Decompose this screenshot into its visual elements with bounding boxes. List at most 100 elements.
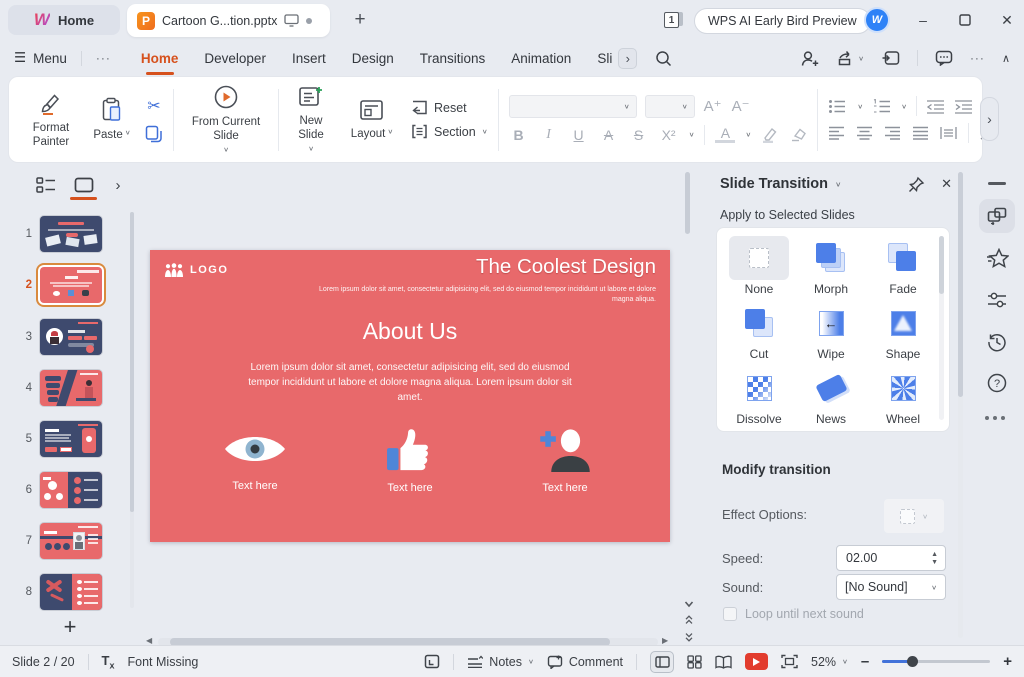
distribute-text-button[interactable]	[940, 126, 957, 140]
slide-canvas[interactable]: LOGO The Coolest Design Lorem ipsum dolo…	[150, 250, 670, 542]
tab-transitions[interactable]: Transitions	[420, 51, 486, 66]
collapse-ribbon-button[interactable]: ∧	[1002, 52, 1010, 65]
reading-view-button[interactable]	[715, 655, 732, 669]
sound-select[interactable]: [No Sound] ∨	[836, 574, 946, 600]
slide-6-row[interactable]: 6	[18, 470, 124, 510]
previous-slide-icon[interactable]	[683, 614, 695, 626]
pin-panel-icon[interactable]	[908, 176, 925, 193]
slide-8-row[interactable]: 8	[18, 572, 124, 612]
slide-3-row[interactable]: 3	[18, 317, 124, 357]
rail-more-button[interactable]	[985, 416, 1005, 420]
comment-bubble-icon[interactable]	[935, 50, 953, 66]
search-button[interactable]	[655, 50, 672, 67]
effect-options-select[interactable]: ∨	[884, 499, 944, 533]
outline-view-toggle[interactable]	[34, 174, 58, 196]
gallery-scrollbar-thumb[interactable]	[939, 236, 944, 294]
editor-vertical-scrollbar[interactable]	[685, 172, 690, 234]
pin-to-tab-icon[interactable]	[881, 50, 900, 66]
slide-view-toggle[interactable]	[72, 174, 96, 196]
window-close-button[interactable]: ✕	[994, 8, 1020, 32]
task-pane-icon[interactable]	[424, 654, 440, 669]
collapse-thumbnails-button[interactable]: ›	[106, 174, 130, 196]
layout-button[interactable]: Layout∨	[343, 98, 401, 141]
slideshow-play-button[interactable]	[745, 653, 768, 670]
slide-7-thumbnail[interactable]	[40, 523, 102, 559]
speed-input[interactable]	[837, 551, 915, 565]
collapse-sidebar-handle[interactable]	[988, 182, 1006, 185]
close-panel-button[interactable]: ✕	[941, 176, 952, 192]
tab-developer[interactable]: Developer	[204, 51, 266, 66]
bold-button[interactable]: B	[509, 127, 529, 143]
transition-news[interactable]: News	[795, 366, 867, 428]
highlight-color-button[interactable]	[761, 127, 779, 143]
slide-4-row[interactable]: 4	[18, 368, 124, 408]
more-actions-button[interactable]: ···	[970, 51, 985, 65]
slide-sorter-view-button[interactable]	[687, 655, 702, 669]
increase-font-button[interactable]: A⁺	[703, 97, 723, 115]
share-button[interactable]: ∨	[837, 50, 864, 67]
scroll-down-icon[interactable]	[683, 598, 695, 610]
quick-access-more-button[interactable]: ···	[96, 51, 111, 65]
slide-2-row[interactable]: 2	[18, 265, 124, 305]
normal-view-button[interactable]	[650, 651, 674, 673]
align-left-button[interactable]	[828, 126, 845, 140]
share-user-icon[interactable]	[801, 50, 820, 67]
thumbnail-scrollbar-thumb[interactable]	[130, 212, 134, 512]
underline-button[interactable]: U	[569, 127, 589, 143]
spin-down-icon[interactable]: ▼	[931, 559, 938, 566]
transition-wheel[interactable]: Wheel	[867, 366, 939, 428]
slide-3-thumbnail[interactable]	[40, 319, 102, 355]
rail-help-button[interactable]: ?	[984, 370, 1010, 396]
document-tab[interactable]: P Cartoon G...tion.pptx	[127, 4, 330, 37]
transition-dissolve[interactable]: Dissolve	[723, 366, 795, 428]
account-avatar[interactable]: W	[864, 7, 890, 33]
paste-button[interactable]: Paste∨	[89, 97, 135, 142]
main-menu-button[interactable]: ☰ Menu	[14, 50, 67, 66]
font-color-button[interactable]: A	[715, 126, 735, 143]
copy-button[interactable]	[145, 125, 163, 143]
home-tab[interactable]: W Home	[8, 5, 120, 35]
speed-spinner[interactable]: ▲▼	[836, 545, 946, 571]
new-tab-button[interactable]: +	[348, 8, 372, 32]
slide-1-row[interactable]: 1	[18, 214, 124, 254]
zoom-in-button[interactable]: +	[1003, 653, 1012, 670]
slide-4-thumbnail[interactable]	[40, 370, 102, 406]
numbered-list-button[interactable]	[872, 99, 892, 114]
slide-5-row[interactable]: 5	[18, 419, 124, 459]
clear-format-icon[interactable]	[789, 127, 807, 142]
slide-6-thumbnail[interactable]	[40, 472, 102, 508]
scroll-right-icon[interactable]: ▶	[662, 636, 668, 645]
wps-ai-button[interactable]: WPS AI Early Bird Preview	[694, 8, 871, 34]
char-spacing-button[interactable]: A	[599, 127, 619, 143]
next-slide-icon[interactable]	[683, 631, 695, 643]
rail-object-properties-button[interactable]	[984, 287, 1010, 313]
section-button[interactable]: Section ∨	[411, 124, 488, 139]
zoom-slider-knob[interactable]	[907, 656, 918, 667]
window-minimize-button[interactable]: –	[910, 8, 936, 32]
zoom-level-button[interactable]: 52% ∨	[811, 655, 848, 669]
tab-animation[interactable]: Animation	[511, 51, 571, 66]
spin-up-icon[interactable]: ▲	[931, 551, 938, 558]
scroll-left-icon[interactable]: ◀	[146, 636, 152, 645]
task-window-badge[interactable]: 1	[664, 11, 686, 29]
zoom-slider[interactable]	[882, 660, 990, 663]
slide-2-thumbnail[interactable]	[40, 267, 102, 303]
from-current-slide-button[interactable]: From Current Slide∨	[184, 84, 268, 156]
rail-animation-button[interactable]	[984, 245, 1010, 271]
tab-design[interactable]: Design	[352, 51, 394, 66]
font-missing-label[interactable]: Font Missing	[128, 655, 199, 669]
font-name-select[interactable]: ∨	[509, 95, 637, 118]
notes-button[interactable]: Notes ∨	[467, 655, 534, 669]
panel-scrollbar-thumb[interactable]	[958, 172, 963, 397]
tab-home[interactable]: Home	[141, 51, 179, 66]
transition-wipe[interactable]: ← Wipe	[795, 301, 867, 363]
zoom-out-button[interactable]: –	[861, 653, 869, 670]
decrease-font-button[interactable]: A⁻	[731, 97, 751, 115]
format-painter-button[interactable]: Format Painter	[23, 90, 79, 150]
add-slide-button[interactable]: +	[56, 613, 84, 641]
align-center-button[interactable]	[856, 126, 873, 140]
strikethrough-button[interactable]: S	[629, 127, 649, 143]
transition-cut[interactable]: Cut	[723, 301, 795, 363]
tab-insert[interactable]: Insert	[292, 51, 326, 66]
loop-sound-checkbox[interactable]	[723, 607, 737, 621]
